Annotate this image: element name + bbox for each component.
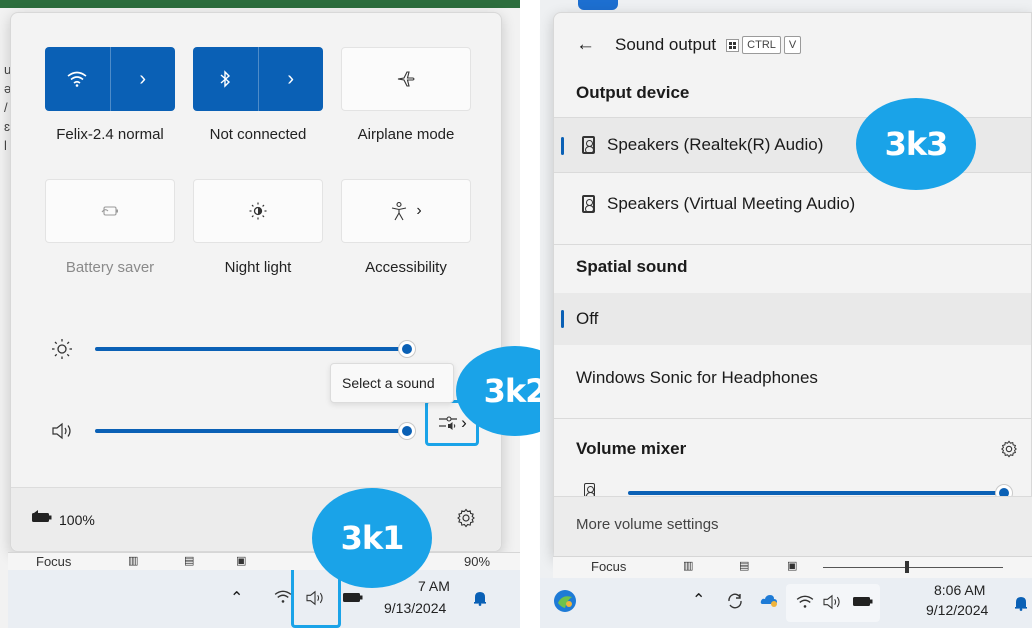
mixer-volume-slider[interactable]: [628, 491, 1004, 495]
accessibility-label: Accessibility: [365, 259, 447, 276]
night-light-icon: [248, 201, 268, 221]
shortcut-key-v: V: [783, 36, 802, 54]
read-mode-icon[interactable]: ▥: [683, 559, 693, 572]
spatial-option-off[interactable]: Off: [554, 293, 1031, 345]
speaker-icon: [582, 136, 595, 154]
read-mode-icon[interactable]: ▥: [128, 554, 138, 567]
volume-slider-thumb[interactable]: [399, 423, 415, 439]
shortcut-key-ctrl: CTRL: [742, 36, 781, 54]
tray-battery-icon[interactable]: [342, 590, 364, 604]
brightness-slider[interactable]: [95, 347, 409, 351]
web-layout-icon[interactable]: ▣: [787, 559, 797, 572]
night-light-tile[interactable]: [193, 179, 323, 243]
background-app-strip: [0, 0, 520, 8]
device-item-virtual-meeting[interactable]: Speakers (Virtual Meeting Audio): [554, 179, 1031, 229]
notification-bell-icon[interactable]: [1014, 595, 1028, 611]
bluetooth-tile[interactable]: ›: [193, 47, 323, 111]
spatial-option-off-label: Off: [576, 309, 599, 328]
bluetooth-icon[interactable]: [193, 47, 258, 111]
night-light-label: Night light: [224, 259, 292, 276]
word-status-bar-right: Focus ▥ ▤ ▣: [553, 556, 1032, 578]
wifi-tile-label: Felix-2.4 normal: [56, 126, 164, 143]
divider: [554, 418, 1031, 419]
tray-date[interactable]: 9/13/2024: [384, 600, 446, 616]
back-arrow-icon[interactable]: ←: [576, 34, 595, 56]
settings-gear-icon[interactable]: [456, 508, 476, 528]
battery-saver-icon: [101, 205, 119, 217]
print-layout-icon[interactable]: ▤: [184, 554, 194, 567]
speaker-icon: [582, 195, 595, 213]
selection-indicator: [561, 137, 564, 155]
taskbar-right: ⌃ 8:06 AM 9/12/2024: [540, 578, 1032, 628]
volume-slider[interactable]: [95, 429, 409, 433]
bluetooth-expand-chevron-icon[interactable]: ›: [259, 47, 324, 111]
volume-mixer-settings-gear-icon[interactable]: [1000, 440, 1018, 458]
output-device-heading-text: Output device: [576, 83, 690, 102]
quick-settings-panel: › Felix-2.4 normal › Not connected Airpl…: [10, 12, 502, 552]
tooltip-select-sound: Select a sound: [330, 363, 454, 403]
show-hidden-icons-chevron-icon[interactable]: ⌃: [692, 590, 705, 610]
zoom-slider[interactable]: [823, 567, 1003, 568]
device-name-realtek: Speakers (Realtek(R) Audio): [607, 135, 824, 154]
sound-output-title: Sound output: [615, 35, 717, 54]
volume-mixer-heading-text: Volume mixer: [576, 439, 687, 458]
tray-date[interactable]: 9/12/2024: [926, 602, 988, 618]
tray-wifi-icon[interactable]: [274, 590, 292, 604]
wifi-icon[interactable]: [45, 47, 110, 111]
sound-output-footer: More volume settings: [554, 496, 1032, 556]
tray-volume-icon[interactable]: [305, 590, 325, 606]
wifi-tile[interactable]: ›: [45, 47, 175, 111]
zoom-slider-thumb[interactable]: [905, 561, 909, 573]
callout-3k3: 3k3: [856, 98, 976, 190]
tray-volume-icon[interactable]: [822, 594, 842, 610]
airplane-mode-tile[interactable]: [341, 47, 471, 111]
volume-mixer-heading: Volume mixer: [554, 435, 1031, 463]
divider: [554, 244, 1031, 245]
battery-saver-tile[interactable]: [45, 179, 175, 243]
focus-label[interactable]: Focus: [36, 554, 71, 569]
accessibility-icon: [390, 201, 408, 221]
tray-wifi-icon[interactable]: [796, 595, 814, 609]
taskbar-app-icon[interactable]: [552, 588, 578, 614]
zoom-level[interactable]: 90%: [464, 554, 490, 569]
volume-icon[interactable]: [51, 422, 73, 440]
sound-output-header: ← Sound output CTRL V: [554, 29, 1031, 61]
windows-key-icon: [726, 38, 740, 52]
battery-icon: [31, 510, 53, 524]
battery-saver-label: Battery saver: [65, 259, 155, 276]
brightness-icon: [51, 338, 73, 360]
spatial-sound-heading-text: Spatial sound: [576, 257, 688, 276]
accessibility-chevron-icon: ›: [416, 202, 422, 219]
accessibility-tile[interactable]: ›: [341, 179, 471, 243]
spatial-option-windows-sonic[interactable]: Windows Sonic for Headphones: [554, 353, 1031, 403]
web-layout-icon[interactable]: ▣: [236, 554, 246, 567]
airplane-icon: [396, 70, 416, 88]
output-device-heading: Output device: [554, 79, 1031, 107]
focus-label-right[interactable]: Focus: [591, 559, 626, 574]
callout-3k1: 3k1: [312, 488, 432, 588]
show-hidden-icons-chevron-icon[interactable]: ⌃: [230, 588, 243, 608]
spatial-option-windows-sonic-label: Windows Sonic for Headphones: [576, 368, 818, 387]
tray-time[interactable]: 7 AM: [418, 578, 450, 594]
taskbar-left: ⌃ 7 AM 9/13/2024: [8, 570, 520, 628]
more-volume-settings-link[interactable]: More volume settings: [576, 516, 719, 533]
brightness-slider-thumb[interactable]: [399, 341, 415, 357]
background-app-icon: [578, 0, 618, 10]
selection-indicator: [561, 310, 564, 328]
wifi-expand-chevron-icon[interactable]: ›: [111, 47, 176, 111]
airplane-mode-label: Airplane mode: [357, 126, 455, 143]
battery-percentage: 100%: [59, 512, 95, 528]
word-status-bar: Focus ▥ ▤ ▣ 90%: [8, 552, 520, 572]
bluetooth-tile-label: Not connected: [209, 126, 307, 143]
tray-onedrive-icon[interactable]: [760, 593, 778, 607]
print-layout-icon[interactable]: ▤: [739, 559, 749, 572]
sound-output-icon: [437, 414, 459, 432]
tray-sync-icon[interactable]: [726, 592, 744, 610]
device-name-virtual-meeting: Speakers (Virtual Meeting Audio): [607, 194, 856, 213]
notification-bell-icon[interactable]: [473, 590, 487, 606]
tray-battery-icon[interactable]: [852, 594, 874, 608]
tray-time[interactable]: 8:06 AM: [934, 582, 985, 598]
spatial-sound-heading: Spatial sound: [554, 253, 1031, 281]
sound-output-panel: ← Sound output CTRL V Output device Spea…: [553, 12, 1032, 558]
